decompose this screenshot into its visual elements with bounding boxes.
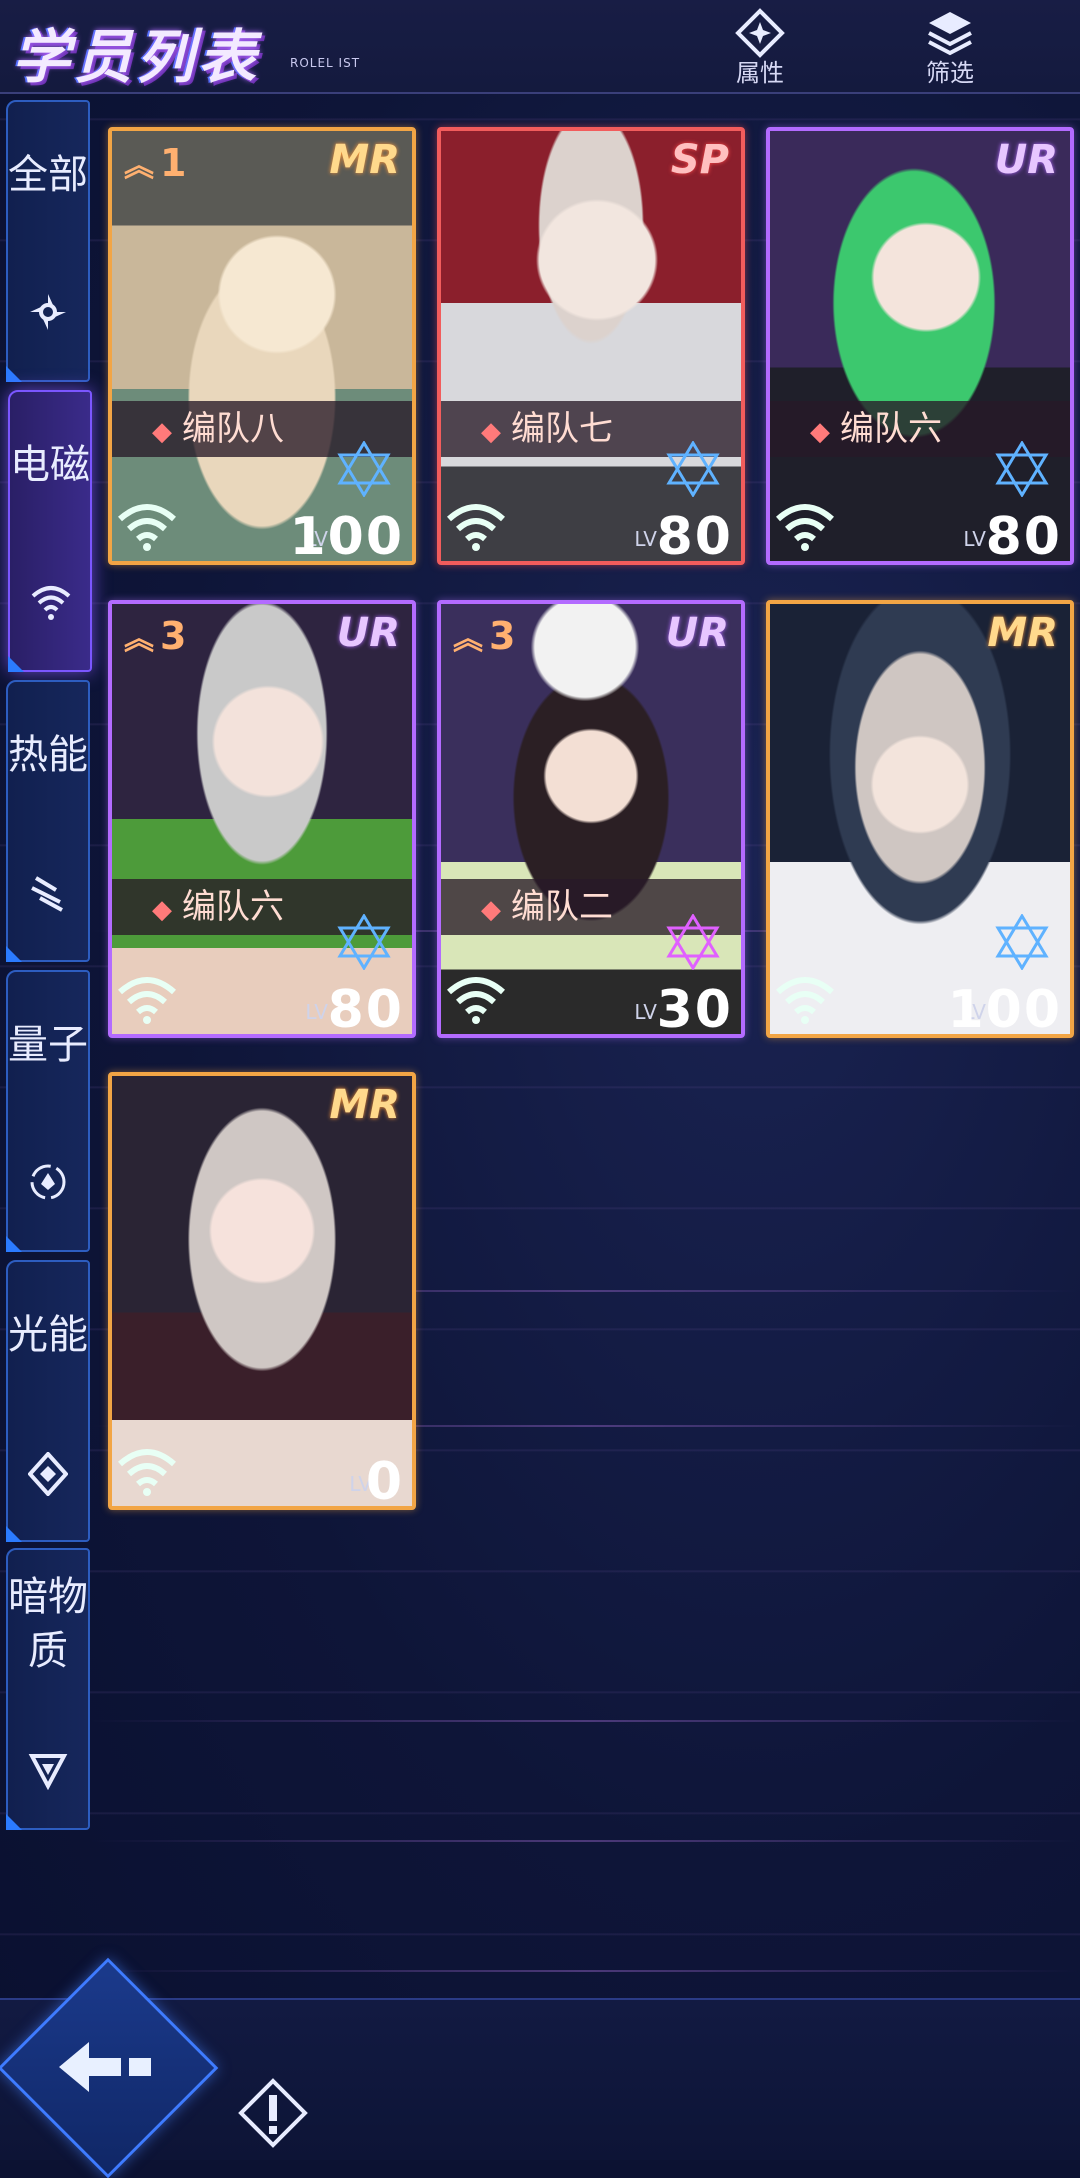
attribute-button[interactable]: 属性 <box>705 4 815 90</box>
character-card[interactable]: MR LV 0 <box>108 1072 416 1510</box>
tab-label: 全部 <box>8 152 88 198</box>
wifi-icon <box>31 586 71 620</box>
tab-thermal[interactable]: 热能 <box>6 680 90 962</box>
background-streak <box>90 1720 1080 1722</box>
tab-label: 热能 <box>8 732 88 778</box>
rarity-badge: MR <box>329 1082 400 1128</box>
back-arrow-icon <box>59 2042 151 2092</box>
level-label: LV <box>963 527 986 551</box>
rank-chevron-icon: ︽ <box>124 149 154 184</box>
background-streak <box>90 1970 1080 1972</box>
rank-badge: ︽ 3 <box>124 614 187 658</box>
diamond-sparkle-icon <box>735 8 785 58</box>
element-wifi-icon <box>118 977 176 1024</box>
level-value: 100 <box>289 507 404 565</box>
tab-label: 光能 <box>8 1312 88 1358</box>
star-of-david-icon <box>337 441 391 497</box>
star-of-david-icon <box>995 914 1049 970</box>
rarity-badge: MR <box>987 610 1058 656</box>
tab-label: 暗物质 <box>8 1574 88 1674</box>
background-streak <box>90 1840 1080 1842</box>
quantum-circle-icon <box>30 1164 66 1200</box>
star-of-david-icon <box>995 441 1049 497</box>
rarity-badge: UR <box>994 137 1058 183</box>
level-value: 80 <box>327 980 404 1038</box>
character-card[interactable]: ︽ 1 MR ◆ 编队八 LV 100 <box>108 127 416 565</box>
tab-quantum[interactable]: 量子 <box>6 970 90 1252</box>
level-value: 0 <box>365 1452 404 1510</box>
tab-dark-matter[interactable]: 暗物质 <box>6 1548 90 1830</box>
tab-all[interactable]: 全部 <box>6 100 90 382</box>
star-of-david-icon <box>337 914 391 970</box>
character-card[interactable]: SP ◆ 编队七 LV 80 <box>437 127 745 565</box>
tab-corner <box>6 946 22 962</box>
slash-lines-icon <box>31 876 63 912</box>
exclamation-icon[interactable] <box>238 2078 308 2148</box>
filter-button[interactable]: 筛选 <box>895 4 1005 90</box>
tab-corner <box>6 1526 22 1542</box>
level-value: 30 <box>656 980 733 1038</box>
level-value: 80 <box>656 507 733 565</box>
character-card[interactable]: ︽ 3 UR ◆ 编队二 LV 30 <box>437 600 745 1038</box>
layers-icon <box>928 12 972 56</box>
tab-label: 电磁 <box>10 442 90 488</box>
tab-label: 量子 <box>8 1022 88 1068</box>
character-card[interactable]: MR LV 100 <box>766 600 1074 1038</box>
attribute-label: 属性 <box>736 59 784 87</box>
element-wifi-icon <box>776 504 834 551</box>
filter-label: 筛选 <box>926 59 974 87</box>
element-wifi-icon <box>447 977 505 1024</box>
element-wifi-icon <box>447 504 505 551</box>
tab-electromagnetic[interactable]: 电磁 <box>8 390 92 672</box>
rank-chevron-icon: ︽ <box>124 622 154 657</box>
level-label: LV <box>305 1000 328 1024</box>
character-card[interactable]: UR ◆ 编队六 LV 80 <box>766 127 1074 565</box>
shuriken-icon <box>30 294 66 330</box>
level-value: 100 <box>947 980 1062 1038</box>
page-subtitle: ROLEL IST <box>290 56 361 70</box>
star-of-david-icon <box>666 914 720 970</box>
page-title: 学员列表 <box>12 23 261 91</box>
rank-badge: ︽ 1 <box>124 141 187 185</box>
tab-corner <box>8 656 24 672</box>
character-portrait <box>112 1076 412 1506</box>
element-wifi-icon <box>118 1449 176 1496</box>
top-bar: 学员列表 ROLEL IST 属性 筛选 <box>0 0 1080 94</box>
rarity-badge: SP <box>670 137 729 183</box>
star-of-david-icon <box>666 441 720 497</box>
element-wifi-icon <box>776 977 834 1024</box>
tab-corner <box>6 1236 22 1252</box>
level-value: 80 <box>985 507 1062 565</box>
tab-corner <box>6 366 22 382</box>
rarity-badge: UR <box>665 610 729 656</box>
rarity-badge: UR <box>336 610 400 656</box>
tab-light[interactable]: 光能 <box>6 1260 90 1542</box>
triangle-down-icon <box>28 1754 68 1790</box>
character-card[interactable]: ︽ 3 UR ◆ 编队六 LV 80 <box>108 600 416 1038</box>
rarity-badge: MR <box>329 137 400 183</box>
rank-chevron-icon: ︽ <box>453 622 483 657</box>
level-label: LV <box>634 527 657 551</box>
level-label: LV <box>634 1000 657 1024</box>
element-wifi-icon <box>118 504 176 551</box>
rank-badge: ︽ 3 <box>453 614 516 658</box>
tab-corner <box>6 1814 22 1830</box>
diamond-icon <box>28 1452 68 1496</box>
